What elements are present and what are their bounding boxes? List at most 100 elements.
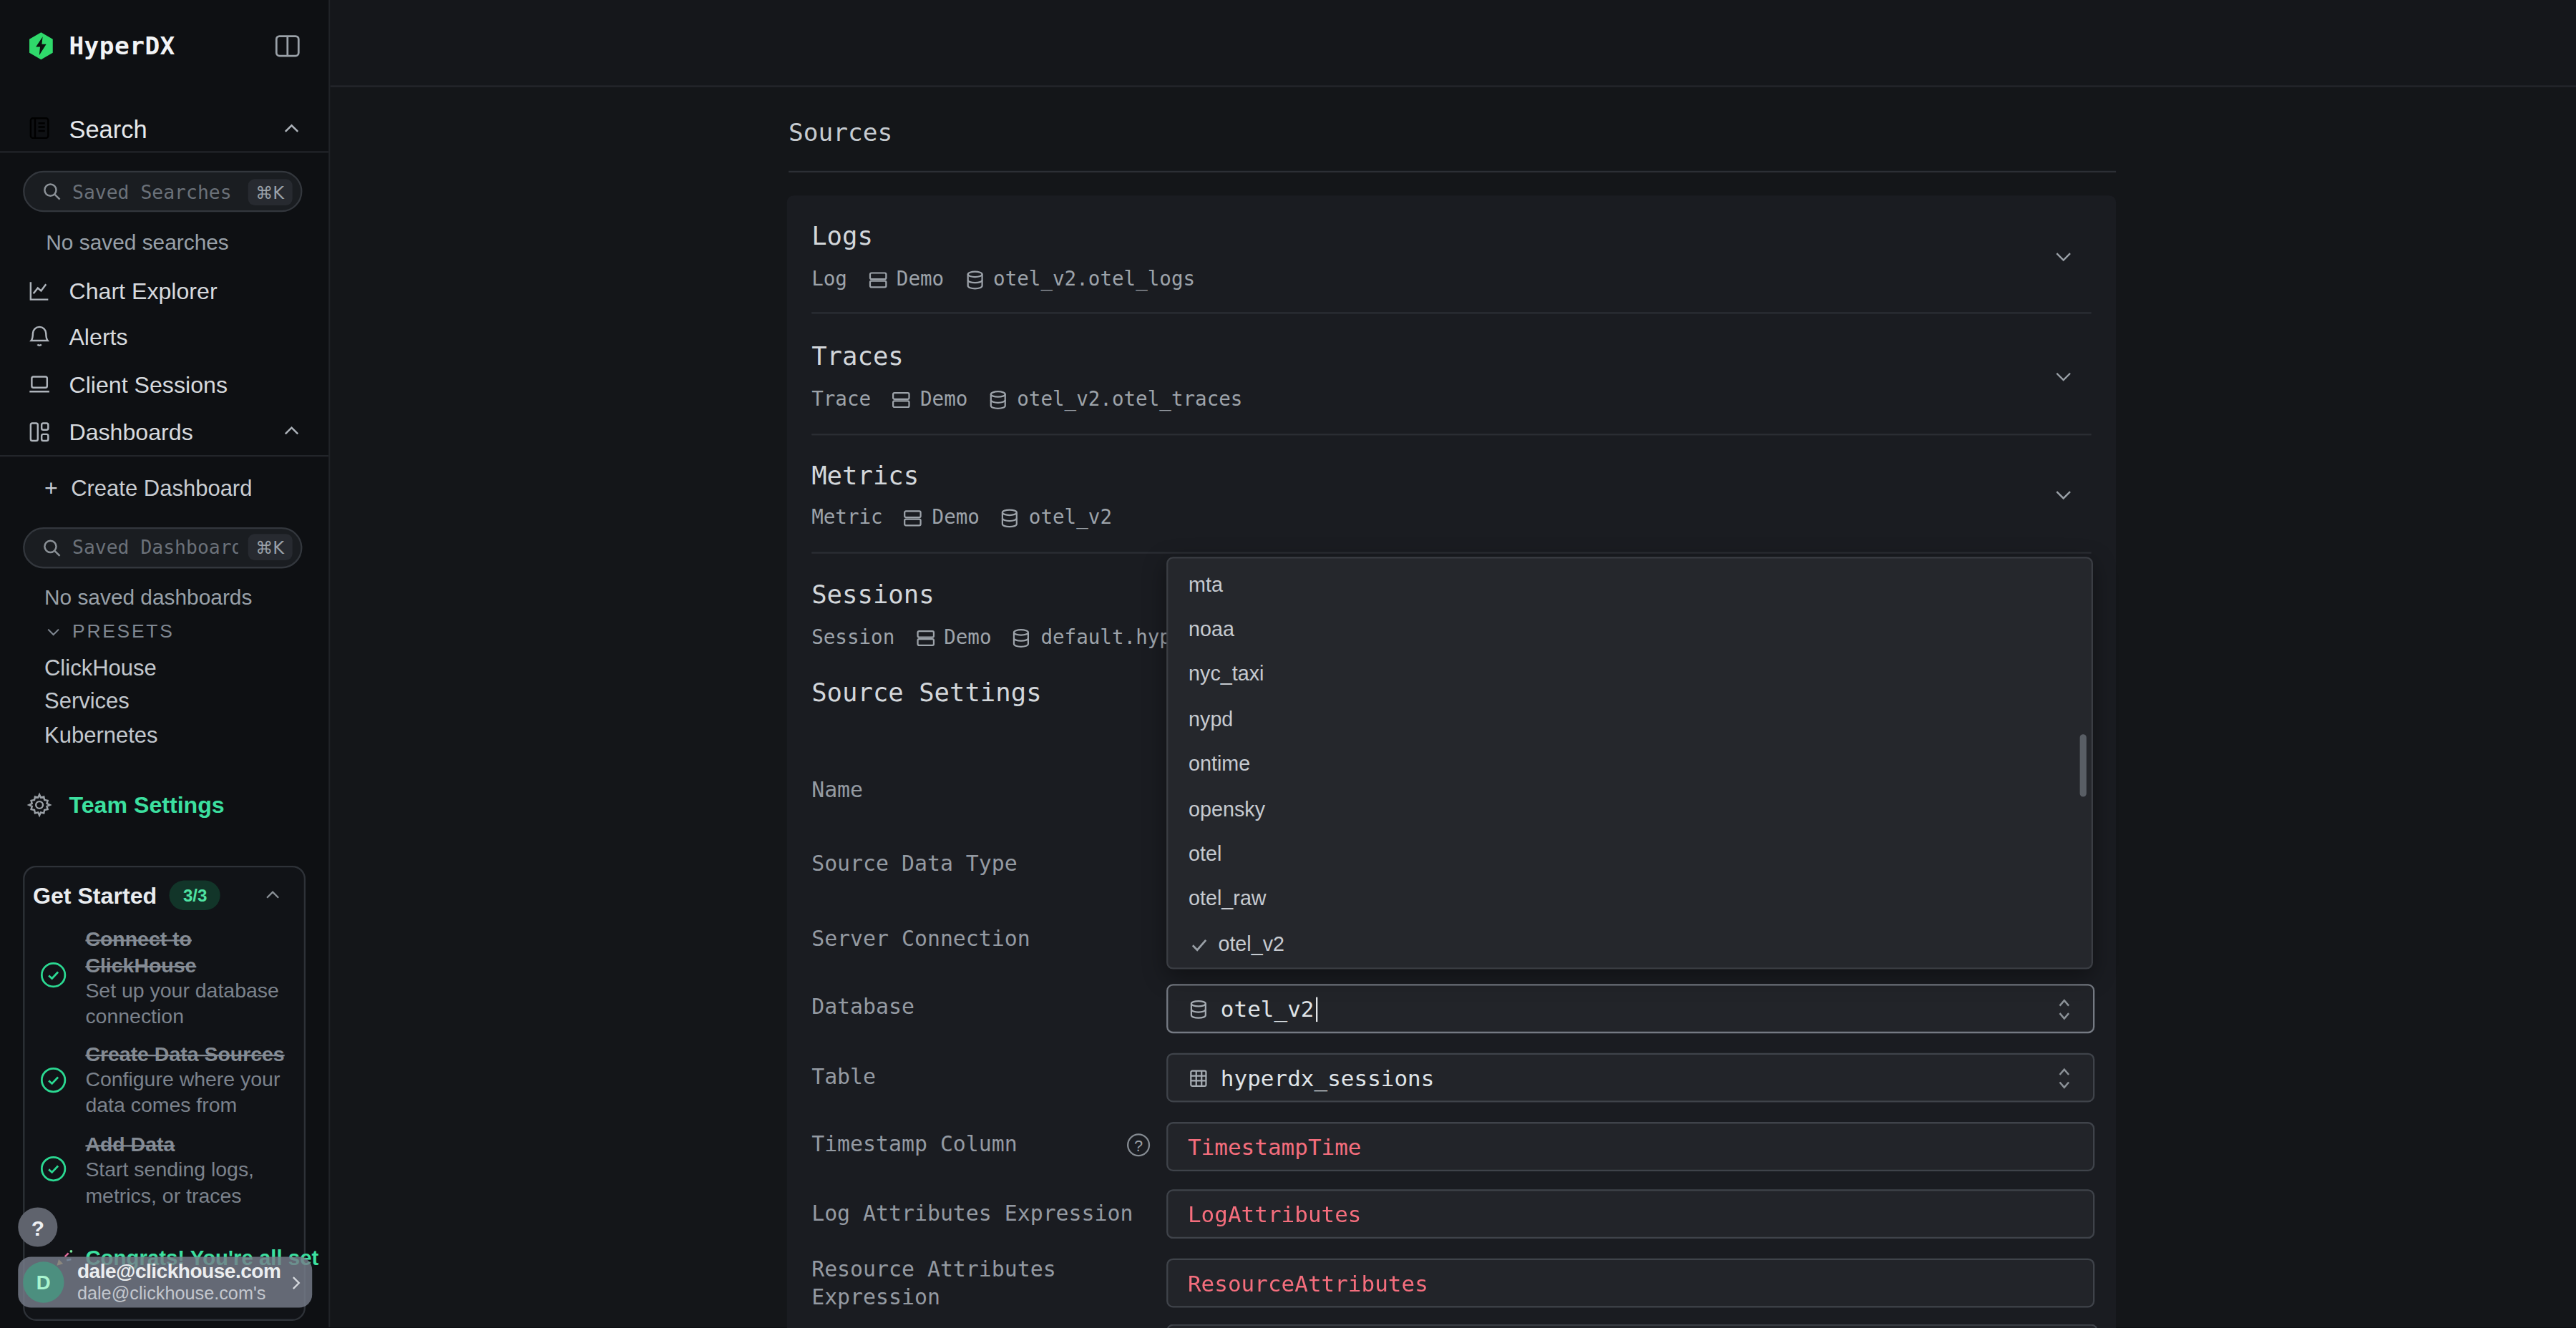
database-label: Database [811,994,914,1021]
table-input[interactable]: hyperdx_sessions [1166,1053,2094,1103]
chevron-up-icon [263,885,283,905]
source-settings-title: Source Settings [811,678,1041,708]
nav-label: Alerts [69,323,127,350]
search-icon [41,537,62,558]
team-settings-label: Team Settings [69,791,224,817]
card-divider [811,434,2092,436]
dropdown-option[interactable]: mta [1168,562,2091,607]
database-icon [1188,998,1209,1020]
collapse-sidebar-icon[interactable] [273,31,302,61]
dropdown-option[interactable]: ontime [1168,742,2091,787]
preset-item-clickhouse[interactable]: ClickHouse [44,655,157,679]
saved-searches-input[interactable]: Saved Searches ⌘K [23,171,302,212]
source-data-type-label: Source Data Type [811,851,1018,878]
get-started-item-title: Create Data Sources [85,1042,296,1068]
get-started-item[interactable]: Create Data Sources Configure where your… [85,1042,296,1119]
timestamp-column-value: TimestampTime [1188,1133,1362,1159]
card-divider [811,313,2092,314]
expand-metrics-icon[interactable] [2052,483,2075,506]
no-saved-searches-text: No saved searches [46,230,228,254]
dropdown-option-selected[interactable]: otel_v2 [1168,922,2091,967]
dropdown-scrollbar[interactable] [2080,734,2087,796]
dropdown-option[interactable]: noaa [1168,607,2091,652]
chevron-right-icon [286,1272,306,1292]
database-dropdown: mta noaa nyc_taxi nypd ontime opensky ot… [1166,557,2093,969]
option-label: mta [1189,573,1223,596]
hyperdx-logo-icon [26,31,56,61]
log-attributes-value: LogAttributes [1188,1201,1362,1227]
saved-dashboards-placeholder: Saved Dashboards [72,535,238,558]
log-attributes-input[interactable]: LogAttributes [1166,1189,2094,1239]
expand-logs-icon[interactable] [2052,245,2075,268]
resource-attributes-value: ResourceAttributes [1188,1269,1428,1296]
get-started-header[interactable]: Get Started 3/3 [33,879,283,912]
dropdown-option[interactable]: nypd [1168,697,2091,742]
database-input[interactable]: otel_v2 [1166,984,2094,1033]
table-label: Table [811,1064,876,1091]
laptop-icon [26,371,53,397]
option-label: opensky [1189,798,1265,821]
table-icon [1188,1067,1209,1088]
expand-traces-icon[interactable] [2052,365,2075,388]
avatar: D [23,1261,64,1302]
create-dashboard-label: Create Dashboard [71,476,252,500]
stepper-icon[interactable] [2055,996,2073,1020]
table-name: otel_v2.otel_logs [993,268,1195,290]
preset-item-kubernetes[interactable]: Kubernetes [44,722,158,746]
next-input-partial [1166,1324,2098,1328]
connection-name: Demo [920,388,967,411]
server-icon [891,389,912,410]
get-started-item-desc: Configure where your data comes from [85,1068,296,1118]
help-button[interactable]: ? [18,1207,57,1246]
check-icon [1189,934,1209,954]
sidebar-item-team-settings[interactable]: Team Settings [26,790,225,818]
source-name: Metrics [811,462,919,491]
search-icon [41,181,62,202]
source-table: otel_v2 [1000,506,1112,529]
connection-name: Demo [932,506,980,529]
get-started-item-title: Connect to ClickHouse [85,927,296,979]
resource-attributes-input[interactable]: ResourceAttributes [1166,1258,2094,1307]
preset-item-services[interactable]: Services [44,688,130,713]
sidebar: HyperDX Search Saved Searches ⌘K No save… [0,0,330,1328]
text-cursor [1316,996,1318,1020]
sidebar-item-dashboards[interactable]: Dashboards [26,409,303,454]
resource-attributes-label: Resource Attributes Expression [811,1256,1091,1311]
chevron-down-icon [44,622,62,640]
dropdown-option[interactable]: nyc_taxi [1168,652,2091,697]
server-icon [914,627,936,648]
sidebar-item-chart-explorer[interactable]: Chart Explorer [26,267,303,313]
database-icon [1000,507,1021,528]
saved-dashboards-input[interactable]: Saved Dashboards ⌘K [23,527,302,567]
source-name: Logs [811,222,873,251]
source-connection: Demo [902,506,980,529]
get-started-item[interactable]: Add Data Start sending logs, metrics, or… [85,1132,296,1209]
app-logo[interactable]: HyperDX [26,24,175,67]
option-label: nyc_taxi [1189,663,1264,685]
top-header [328,0,2576,87]
create-dashboard-button[interactable]: + Create Dashboard [44,475,252,502]
name-label: Name [811,777,863,804]
source-table: otel_v2.otel_traces [987,388,1243,411]
dropdown-option[interactable]: otel [1168,832,2091,877]
get-started-item[interactable]: Connect to ClickHouse Set up your databa… [85,927,296,1030]
option-label: otel_v2 [1218,933,1284,956]
user-menu[interactable]: D dale@clickhouse.com dale@clickhouse.co… [18,1256,312,1307]
presets-toggle[interactable]: PRESETS [44,617,175,644]
avatar-initial: D [36,1271,51,1294]
connection-name: Demo [897,268,944,290]
app-name: HyperDX [69,31,175,61]
dashboards-icon [26,418,53,444]
database-icon [964,268,985,290]
dropdown-option[interactable]: opensky [1168,787,2091,832]
stepper-icon[interactable] [2055,1065,2073,1090]
help-circle-icon[interactable]: ? [1127,1133,1150,1156]
sidebar-section-search[interactable]: Search [26,105,303,151]
sidebar-item-client-sessions[interactable]: Client Sessions [26,361,303,406]
timestamp-column-input[interactable]: TimestampTime [1166,1121,2094,1171]
dropdown-option[interactable]: otel_raw [1168,877,2091,922]
table-value: hyperdx_sessions [1221,1065,1435,1091]
sidebar-item-alerts[interactable]: Alerts [26,314,303,360]
database-value: otel_v2 [1221,995,1314,1022]
source-name: Sessions [811,580,934,609]
